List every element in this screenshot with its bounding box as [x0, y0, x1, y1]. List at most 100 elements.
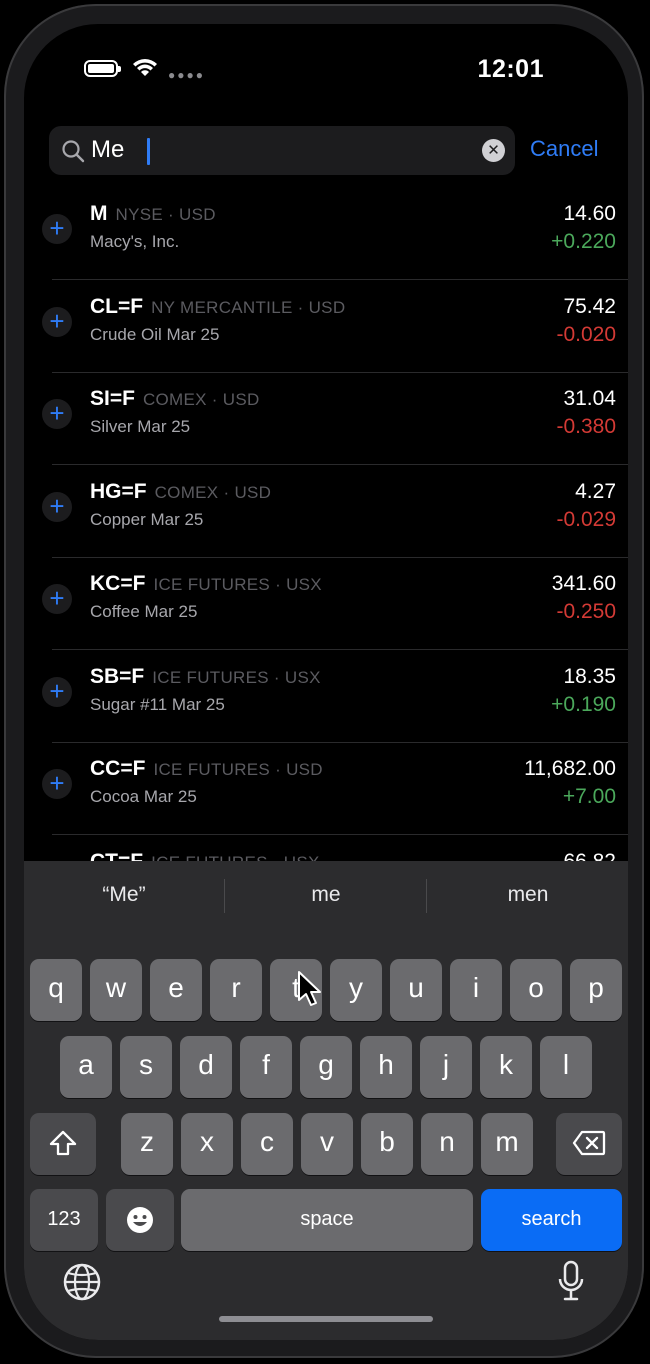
- key-u[interactable]: u: [390, 959, 442, 1021]
- cellular-signal-icon: ●●●●: [168, 68, 205, 82]
- ticker-symbol: KC=F ICE FUTURES · USX: [90, 572, 322, 595]
- result-row[interactable]: + SB=F ICE FUTURES · USX Sugar #11 Mar 25 18…: [24, 651, 628, 743]
- security-name: Crude Oil Mar 25: [90, 324, 220, 344]
- keyboard: “Me” me men q w e r t y u i o p a s d f g h j k l z x c v b n m 12…: [24, 861, 628, 1340]
- mouse-pointer-icon: [298, 971, 321, 1006]
- key-b[interactable]: b: [361, 1113, 413, 1175]
- ticker-symbol: CL=F NY MERCANTILE · USD: [90, 294, 346, 318]
- key-h[interactable]: h: [360, 1036, 412, 1098]
- result-row[interactable]: + SI=F COMEX · USD Silver Mar 25 31.04 -0.380: [24, 373, 628, 465]
- price-value: 66.82: [563, 849, 616, 862]
- price-value: 341.60: [551, 572, 616, 595]
- key-a[interactable]: a: [60, 1036, 112, 1098]
- suggestion-item[interactable]: men: [428, 883, 628, 907]
- exchange-label: ICE FUTURES · USD: [153, 760, 323, 779]
- result-row[interactable]: + KC=F ICE FUTURES · USX Coffee Mar 25 341.6…: [24, 558, 628, 650]
- key-i[interactable]: i: [450, 959, 502, 1021]
- key-j[interactable]: j: [420, 1036, 472, 1098]
- result-row[interactable]: + HG=F COMEX · USD Copper Mar 25 4.27 -0.029: [24, 466, 628, 558]
- result-row[interactable]: + CC=F ICE FUTURES · USD Cocoa Mar 25 11,682…: [24, 743, 628, 835]
- status-bar: ●●●● 12:01: [24, 24, 628, 114]
- price-value: 31.04: [563, 387, 616, 410]
- text-caret: [147, 138, 150, 165]
- key-g[interactable]: g: [300, 1036, 352, 1098]
- ticker-symbol: SB=F ICE FUTURES · USX: [90, 664, 321, 688]
- change-value: -0.250: [556, 600, 616, 623]
- security-name: Cocoa Mar 25: [90, 787, 197, 806]
- key-v[interactable]: v: [301, 1113, 353, 1175]
- security-name: Sugar #11 Mar 25: [90, 694, 225, 714]
- add-icon[interactable]: +: [42, 399, 72, 429]
- suggestion-bar: “Me” me men: [24, 861, 628, 931]
- suggestion-item[interactable]: me: [226, 883, 426, 907]
- exchange-label: ICE FUTURES · USX: [152, 667, 321, 687]
- ticker-symbol: SI=F COMEX · USD: [90, 387, 260, 410]
- add-icon[interactable]: +: [42, 769, 72, 799]
- ticker-symbol: M NYSE · USD: [90, 202, 216, 225]
- phone-screen: ●●●● 12:01 ✕ Cancel + MNYSE · USD Macy's, …: [24, 24, 628, 1340]
- key-f[interactable]: f: [240, 1036, 292, 1098]
- key-s[interactable]: s: [120, 1036, 172, 1098]
- globe-icon[interactable]: [62, 1262, 102, 1302]
- price-value: 11,682.00: [524, 757, 616, 780]
- key-m[interactable]: m: [481, 1113, 533, 1175]
- key-q[interactable]: q: [30, 959, 82, 1021]
- search-results-list: + M NYSE · USD Macy's, Inc. 14.60 +0.220 + CL=F…: [24, 188, 628, 861]
- key-w[interactable]: w: [90, 959, 142, 1021]
- search-field[interactable]: ✕: [49, 126, 515, 175]
- space-key[interactable]: space: [181, 1189, 473, 1251]
- key-z[interactable]: z: [121, 1113, 173, 1175]
- exchange-label: ICE FUTURES · USX: [151, 853, 320, 862]
- change-value: +0.190: [551, 692, 616, 716]
- wifi-icon: [133, 59, 157, 76]
- suggestion-item[interactable]: “Me”: [24, 883, 224, 907]
- exchange-label: ICE FUTURES · USX: [153, 575, 322, 594]
- security-name: Copper Mar 25: [90, 509, 204, 529]
- emoji-icon: [127, 1207, 153, 1233]
- key-x[interactable]: x: [181, 1113, 233, 1175]
- cancel-button[interactable]: Cancel: [530, 136, 598, 162]
- change-value: -0.380: [556, 415, 616, 438]
- change-value: -0.020: [556, 322, 616, 346]
- change-value: -0.029: [556, 507, 616, 531]
- add-icon[interactable]: +: [42, 214, 72, 244]
- search-key[interactable]: search: [481, 1189, 622, 1251]
- backspace-icon: [572, 1130, 606, 1156]
- ticker-symbol: CC=F ICE FUTURES · USD: [90, 757, 323, 780]
- result-row[interactable]: + M NYSE · USD Macy's, Inc. 14.60 +0.220: [24, 188, 628, 280]
- ticker-symbol: CT=FICE FUTURES · USX: [90, 850, 320, 862]
- add-icon[interactable]: +: [42, 306, 72, 337]
- microphone-icon[interactable]: [556, 1260, 586, 1302]
- change-value: +7.00: [562, 785, 616, 808]
- delete-key[interactable]: [556, 1113, 622, 1175]
- clear-icon[interactable]: ✕: [482, 139, 505, 162]
- key-p[interactable]: p: [570, 959, 622, 1021]
- add-icon[interactable]: +: [42, 676, 72, 707]
- exchange-label: NYSE · USD: [115, 205, 216, 224]
- status-time: 12:01: [477, 55, 544, 83]
- price-value: 14.60: [563, 202, 616, 225]
- emoji-key[interactable]: [106, 1189, 174, 1251]
- key-c[interactable]: c: [241, 1113, 293, 1175]
- numbers-key[interactable]: 123: [30, 1189, 98, 1251]
- key-d[interactable]: d: [180, 1036, 232, 1098]
- exchange-label: NY MERCANTILE · USD: [151, 297, 346, 317]
- key-r[interactable]: r: [210, 959, 262, 1021]
- shift-icon: [49, 1130, 77, 1156]
- key-n[interactable]: n: [421, 1113, 473, 1175]
- price-value: 4.27: [575, 479, 616, 503]
- result-row[interactable]: + CL=F NY MERCANTILE · USD Crude Oil Mar 25…: [24, 281, 628, 373]
- key-l[interactable]: l: [540, 1036, 592, 1098]
- security-name: Macy's, Inc.: [90, 232, 180, 251]
- key-e[interactable]: e: [150, 959, 202, 1021]
- battery-icon: [84, 60, 121, 77]
- key-o[interactable]: o: [510, 959, 562, 1021]
- key-y[interactable]: y: [330, 959, 382, 1021]
- shift-key[interactable]: [30, 1113, 96, 1175]
- add-icon[interactable]: +: [42, 491, 72, 522]
- result-row[interactable]: +CT=FICE FUTURES · USX66.82: [24, 836, 628, 862]
- key-k[interactable]: k: [480, 1036, 532, 1098]
- ticker-symbol: HG=F COMEX · USD: [90, 479, 272, 503]
- add-icon[interactable]: +: [42, 584, 72, 614]
- price-value: 75.42: [563, 294, 616, 318]
